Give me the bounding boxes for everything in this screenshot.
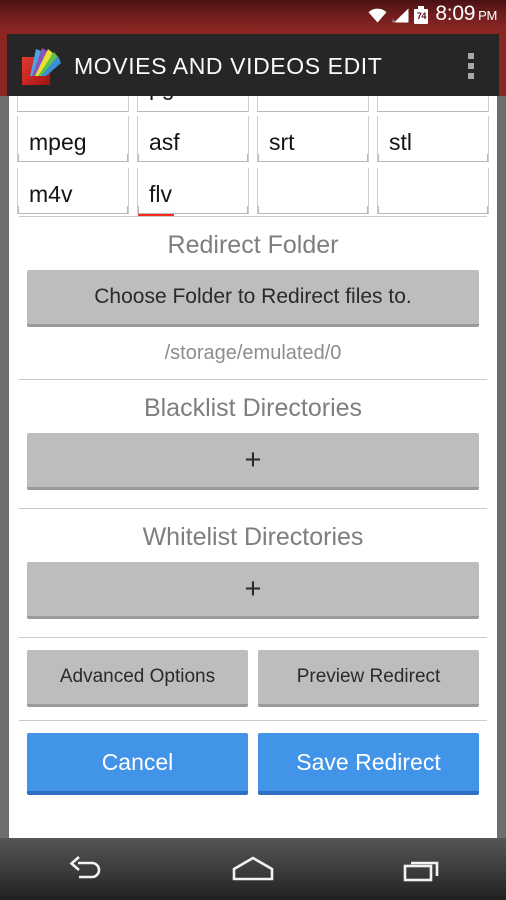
clock-ampm: PM bbox=[478, 8, 497, 23]
extension-value: asf bbox=[149, 129, 180, 155]
extension-cell: flv bbox=[137, 164, 249, 216]
cancel-button[interactable]: Cancel bbox=[27, 733, 248, 795]
action-bar-container: MOVIES AND VIDEOS EDIT bbox=[0, 30, 506, 98]
extension-value bbox=[258, 206, 269, 213]
extension-field-clipped[interactable] bbox=[377, 96, 489, 112]
extension-value: stl bbox=[389, 129, 412, 155]
extension-field-clipped[interactable] bbox=[257, 96, 369, 112]
content-frame: pg mpeg asf bbox=[0, 96, 506, 838]
battery-icon: 74 bbox=[414, 6, 429, 24]
extension-field-clipped[interactable]: pg bbox=[137, 96, 249, 112]
extension-cell: m4v bbox=[17, 164, 129, 216]
extension-input-empty[interactable] bbox=[377, 168, 489, 214]
advanced-options-button[interactable]: Advanced Options bbox=[27, 650, 248, 707]
movies-videos-app-icon bbox=[21, 47, 61, 86]
status-bar: 74 8:09 PM bbox=[0, 0, 506, 30]
phone-screen: 74 8:09 PM MOVIES AND VIDEOS EDIT mpeg a… bbox=[0, 0, 506, 900]
extension-input-srt[interactable]: srt bbox=[257, 116, 369, 162]
redirect-folder-path: /storage/emulated/0 bbox=[164, 342, 342, 364]
extension-cell: srt bbox=[257, 112, 369, 164]
clock-time: 8:09 bbox=[435, 2, 476, 25]
extension-cell: stl bbox=[377, 112, 489, 164]
extension-input-asf[interactable]: asf bbox=[137, 116, 249, 162]
extension-input-mpeg[interactable]: mpeg bbox=[17, 116, 129, 162]
extension-input-flv[interactable]: flv bbox=[137, 168, 249, 216]
save-redirect-button[interactable]: Save Redirect bbox=[258, 733, 479, 795]
overflow-menu-icon[interactable] bbox=[457, 48, 485, 84]
extension-value: m4v bbox=[29, 181, 73, 207]
extension-row: mpeg asf srt stl bbox=[9, 112, 497, 164]
extension-input-m4v[interactable]: m4v bbox=[17, 168, 129, 214]
extension-value: mpeg bbox=[29, 129, 87, 155]
extension-field-clipped[interactable] bbox=[17, 96, 129, 112]
extension-row: m4v flv bbox=[9, 164, 497, 216]
action-bar: MOVIES AND VIDEOS EDIT bbox=[7, 34, 499, 98]
extension-input-empty[interactable] bbox=[257, 168, 369, 214]
extension-input-stl[interactable]: stl bbox=[377, 116, 489, 162]
home-icon[interactable] bbox=[198, 838, 308, 900]
back-icon[interactable] bbox=[29, 838, 139, 900]
blacklist-title: Blacklist Directories bbox=[143, 394, 363, 422]
wifi-icon bbox=[368, 8, 387, 23]
extension-value bbox=[378, 206, 389, 213]
whitelist-title: Whitelist Directories bbox=[142, 523, 364, 551]
choose-folder-button[interactable]: Choose Folder to Redirect files to. bbox=[27, 270, 479, 327]
action-buttons-row: Cancel Save Redirect bbox=[9, 721, 497, 795]
settings-sheet: pg mpeg asf bbox=[9, 96, 497, 838]
recents-icon[interactable] bbox=[367, 838, 477, 900]
extension-value: srt bbox=[269, 129, 295, 155]
page-title: MOVIES AND VIDEOS EDIT bbox=[74, 52, 383, 79]
add-blacklist-button[interactable]: + bbox=[27, 433, 479, 490]
status-icons: 74 bbox=[368, 6, 429, 24]
options-row: Advanced Options Preview Redirect bbox=[9, 638, 497, 707]
redirect-folder-title: Redirect Folder bbox=[167, 231, 339, 259]
signal-icon bbox=[392, 8, 409, 23]
battery-level: 74 bbox=[416, 11, 427, 21]
preview-redirect-button[interactable]: Preview Redirect bbox=[258, 650, 479, 707]
extension-cell bbox=[377, 164, 489, 216]
extension-value: flv bbox=[138, 183, 174, 216]
status-clock: 8:09 PM bbox=[435, 0, 497, 31]
extension-cell: mpeg bbox=[17, 112, 129, 164]
navigation-bar bbox=[0, 838, 506, 900]
add-whitelist-button[interactable]: + bbox=[27, 562, 479, 619]
extension-cell bbox=[257, 164, 369, 216]
extension-value: pg bbox=[149, 96, 175, 99]
extension-row-clipped: pg bbox=[9, 96, 497, 112]
extension-cell: asf bbox=[137, 112, 249, 164]
